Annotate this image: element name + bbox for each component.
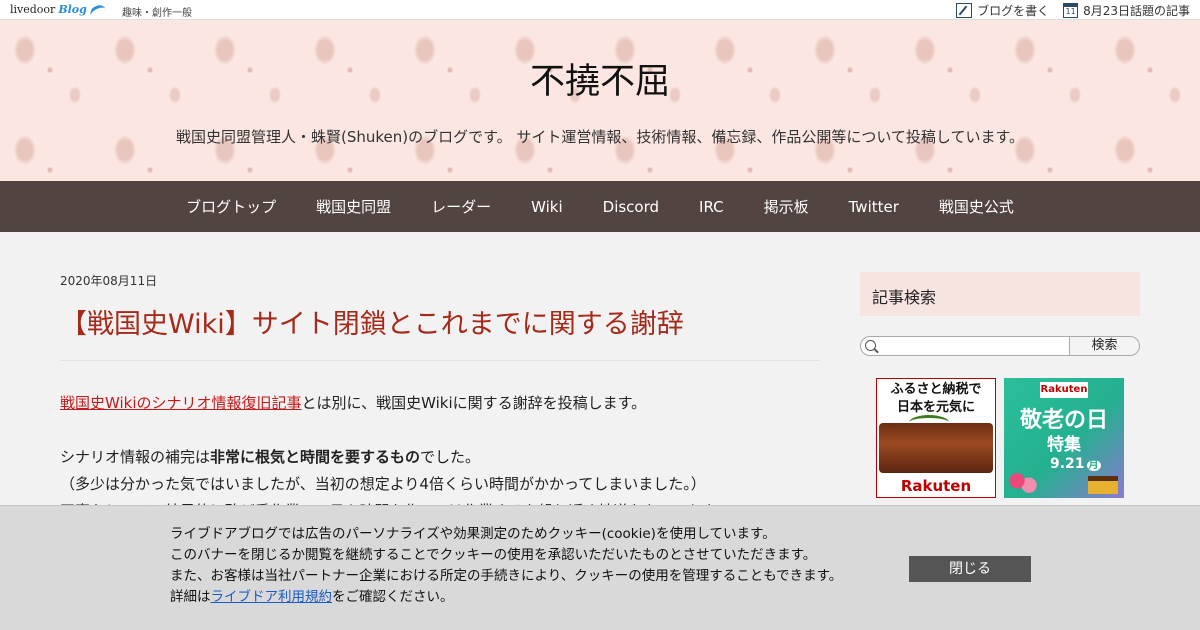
site-title[interactable]: 不撓不屈 <box>0 53 1200 104</box>
paragraph-effort: シナリオ情報の補完は非常に根気と時間を要するものでした。 <box>60 444 820 471</box>
effort-text-bold: 非常に根気と時間を要するもの <box>210 448 421 466</box>
effort-text-post: でした。 <box>420 448 481 466</box>
paragraph-intro: 戦国史Wikiのシナリオ情報復旧記事とは別に、戦国史Wikiに関する謝辞を投稿し… <box>60 390 820 417</box>
post-date: 2020年08月11日 <box>60 274 158 288</box>
search-input[interactable] <box>860 336 1070 356</box>
cookie-consent-banner: ライブドアブログでは広告のパーソナライズや効果測定のためクッキー(cookie)… <box>0 505 1200 630</box>
ad2-date: 9.21 月 <box>1050 456 1101 472</box>
paragraph-note: （多少は分かった気ではいましたが、当初の想定より4倍くらい時間がかかってしまいま… <box>60 475 706 493</box>
ad2-brand: Rakuten <box>1040 382 1088 398</box>
cake-image <box>1088 476 1118 494</box>
blog-category-link[interactable]: 趣味・創作一般 <box>122 4 192 19</box>
ad1-headline: ふるさと納税で 日本を元気に <box>877 379 995 417</box>
nav-item-official[interactable]: 戦国史公式 <box>919 196 1034 217</box>
cookie-notice-text: ライブドアブログでは広告のパーソナライズや効果測定のためクッキー(cookie)… <box>170 524 842 608</box>
write-blog-label: ブログを書く <box>977 4 1050 18</box>
ad2-day: 月 <box>1086 460 1101 471</box>
cookie-line4-post: をご確認ください。 <box>332 589 454 605</box>
ad1-line1: ふるさと納税で <box>890 382 982 397</box>
ad2-line2: 特集 <box>1047 435 1081 455</box>
ad1-line2: 日本を元気に <box>896 400 975 415</box>
livedoor-blog-logo[interactable]: livedoor Blog <box>10 2 106 17</box>
nav-item-discord[interactable]: Discord <box>583 198 679 216</box>
site-description: 戦国史同盟管理人・蛛賢(Shuken)のブログです。 サイト運営情報、技術情報、… <box>175 128 1024 146</box>
ad1-brand: Rakuten <box>900 477 972 495</box>
logo-swoosh-icon <box>88 2 106 17</box>
search-icon <box>865 340 876 351</box>
search-button[interactable]: 検索 <box>1069 336 1140 356</box>
nav-item-irc[interactable]: IRC <box>679 198 744 216</box>
trending-articles-label: 8月23日話題の記事 <box>1083 4 1190 18</box>
blog-header: 不撓不屈 戦国史同盟管理人・蛛賢(Shuken)のブログです。 サイト運営情報、… <box>0 20 1200 181</box>
cookie-close-button[interactable]: 閉じる <box>909 556 1031 582</box>
cookie-line-3: また、お客様は当社パートナー企業における所定の手続きにより、クッキーの使用を管理… <box>170 568 843 584</box>
post-title[interactable]: 【戦国史Wiki】サイト閉鎖とこれまでに関する謝辞 <box>60 302 684 341</box>
ad-respect-aged-day[interactable]: Rakuten 敬老の日 特集 9.21 月 <box>1004 378 1124 498</box>
scenario-recovery-link[interactable]: 戦国史Wikiのシナリオ情報復旧記事 <box>60 394 302 412</box>
ad-furusato-nozei[interactable]: ふるさと納税で 日本を元気に Rakuten <box>876 378 996 498</box>
nav-item-blog-top[interactable]: ブログトップ <box>166 196 296 217</box>
eel-dish-image <box>879 415 993 473</box>
nav-item-wiki[interactable]: Wiki <box>511 198 583 216</box>
title-divider <box>60 360 820 361</box>
nav-item-radar[interactable]: レーダー <box>411 196 511 217</box>
cookie-line4-pre: 詳細は <box>170 589 211 605</box>
intro-text: とは別に、戦国史Wikiに関する謝辞を投稿します。 <box>301 394 647 412</box>
cookie-line-4: 詳細はライブドア利用規約をご確認ください。 <box>170 587 842 608</box>
cookie-line-1: ライブドアブログでは広告のパーソナライズや効果測定のためクッキー(cookie)… <box>170 526 776 542</box>
flowers-image <box>1008 472 1038 494</box>
global-nav: ブログトップ 戦国史同盟 レーダー Wiki Discord IRC 掲示板 T… <box>0 181 1200 232</box>
pen-icon <box>956 3 973 18</box>
article-search-heading: 記事検索 <box>860 272 1140 316</box>
effort-text-pre: シナリオ情報の補完は <box>60 448 211 466</box>
logo-blog-text: Blog <box>58 3 87 16</box>
nav-item-bbs[interactable]: 掲示板 <box>744 196 829 217</box>
logo-text: livedoor <box>10 3 56 16</box>
ad2-date-value: 9.21 <box>1050 456 1085 472</box>
write-blog-link[interactable]: ブログを書く <box>956 2 1049 19</box>
trending-articles-link[interactable]: 11 8月23日話題の記事 <box>1063 2 1190 19</box>
nav-item-twitter[interactable]: Twitter <box>829 198 919 216</box>
top-bar: livedoor Blog 趣味・創作一般 ブログを書く 11 8月23日話題の記… <box>0 0 1200 20</box>
terms-of-use-link[interactable]: ライブドア利用規約 <box>211 589 333 605</box>
cookie-line-2: このバナーを閉じるか閲覧を継続することでクッキーの使用を承認いただいたものとさせ… <box>170 547 817 563</box>
calendar-icon: 11 <box>1063 3 1079 18</box>
nav-item-sengokushi-alliance[interactable]: 戦国史同盟 <box>296 196 411 217</box>
